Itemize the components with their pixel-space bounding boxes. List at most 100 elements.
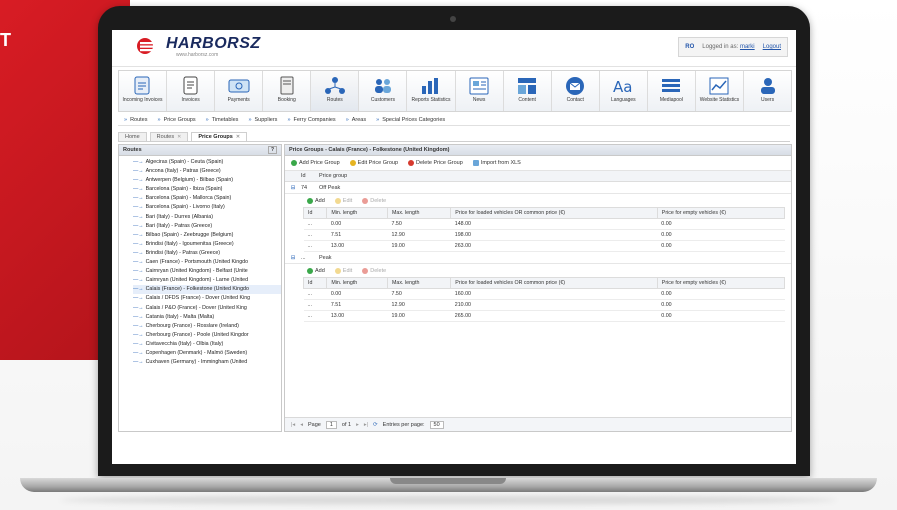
route-item[interactable]: —→ Barcelona (Spain) - Ibiza (Spain) (133, 185, 281, 194)
collapse-toggle-icon[interactable]: ⊟ (285, 185, 301, 191)
edit-price-button[interactable]: Edit (334, 267, 352, 274)
toolbar-incoming-invoices-button[interactable]: Incoming Invoices (119, 71, 168, 111)
route-item[interactable]: —→ Calais / DFDS (France) - Dover (United… (133, 294, 281, 303)
column-header[interactable]: Id (302, 277, 328, 289)
route-item[interactable]: —→ Cherbourg (France) - Poole (United Kin… (133, 331, 281, 340)
toolbar-languages-button[interactable]: Aa Languages (600, 71, 648, 111)
table-row[interactable]: ... 7.51 12.90 210.00 0.00 (303, 299, 785, 311)
close-tab-icon[interactable]: ✕ (177, 134, 181, 140)
route-item[interactable]: —→ Cuxhaven (Germany) - Immingham (United (133, 358, 281, 367)
edit-price-group-button[interactable]: Edit Price Group (349, 160, 398, 166)
route-item[interactable]: —→ Catania (Italy) - Malta (Malta) (133, 313, 281, 322)
toolbar-mediapool-button[interactable]: Mediapool (648, 71, 696, 111)
route-arrow-icon: —→ (133, 313, 144, 320)
incoming-invoices-icon (130, 74, 156, 96)
username-link[interactable]: marki (740, 44, 755, 50)
route-item[interactable]: —→ Algeciras (Spain) - Ceuta (Spain) (133, 158, 281, 167)
submenu-item[interactable]: Special Prices Categories (376, 117, 445, 123)
column-header[interactable]: Id (302, 207, 328, 219)
route-item[interactable]: —→ Brindisi (Italy) - Igoumenitsa (Greece… (133, 240, 281, 249)
route-item[interactable]: —→ Copenhagen (Denmark) - Malmö (Sweden) (133, 349, 281, 358)
logout-link[interactable]: Logout (763, 44, 781, 50)
entries-select[interactable]: 50 (429, 420, 444, 429)
route-item[interactable]: —→ Calais (France) - Folkestone (United K… (133, 285, 281, 295)
column-header[interactable]: Price for loaded vehicles OR common pric… (450, 277, 658, 289)
page-input[interactable]: 1 (325, 420, 337, 429)
column-header[interactable]: Max. length (387, 207, 452, 219)
route-item[interactable]: —→ Ancona (Italy) - Patras (Greece) (133, 167, 281, 176)
route-item[interactable]: —→ Cherbourg (France) - Rosslare (Ireland… (133, 322, 281, 331)
languages-icon: Aa (610, 74, 636, 96)
route-item[interactable]: —→ Calais / P&O (France) - Dover (United … (133, 304, 281, 313)
column-header[interactable]: Price for empty vehicles (€) (656, 207, 786, 219)
tab-item[interactable]: Routes ✕ (149, 132, 189, 141)
prev-page-icon[interactable]: ◂ (300, 422, 303, 428)
tab-item[interactable]: Price Groups ✕ (191, 132, 248, 141)
import-xls-button[interactable]: Import from XLS (472, 160, 521, 166)
submenu-item[interactable]: Ferry Companies (287, 117, 336, 123)
route-item[interactable]: —→ Bilbao (Spain) - Zeebrugge (Belgium) (133, 231, 281, 240)
delete-price-button[interactable]: Delete (362, 197, 386, 204)
language-switch[interactable]: RO (685, 44, 694, 50)
route-item[interactable]: —→ Antwerpen (Belgium) - Bilbao (Spain) (133, 176, 281, 185)
toolbar-routes-button[interactable]: Routes (311, 71, 360, 111)
last-page-icon[interactable]: ▸| (364, 422, 368, 428)
route-item[interactable]: —→ Barcelona (Spain) - Mallorca (Spain) (133, 194, 281, 203)
edit-price-button[interactable]: Edit (334, 197, 352, 204)
route-item[interactable]: —→ Civitavecchia (Italy) - Olbia (Italy) (133, 340, 281, 349)
table-row[interactable]: ... 0.00 7.50 148.00 0.00 (303, 218, 785, 230)
column-header[interactable]: Min. length (326, 207, 389, 219)
price-groups-panel: Price Groups - Calais (France) - Folkest… (284, 144, 792, 432)
submenu-item[interactable]: Timetables (206, 117, 239, 123)
next-page-icon[interactable]: ▸ (356, 422, 359, 428)
toolbar-reports-button[interactable]: Reports Statistics (407, 71, 456, 111)
column-header[interactable]: Max. length (387, 277, 452, 289)
first-page-icon[interactable]: |◂ (291, 422, 295, 428)
toolbar-contact-button[interactable]: Contact (552, 71, 600, 111)
cell-max: 7.50 (387, 218, 451, 230)
route-item[interactable]: —→ Cairnryan (United Kingdom) - Larne (Un… (133, 276, 281, 285)
table-row[interactable]: ... 13.00 19.00 265.00 0.00 (303, 310, 785, 322)
route-item[interactable]: —→ Bari (Italy) - Patras (Greece) (133, 222, 281, 231)
collapse-icon[interactable]: ? (267, 146, 277, 154)
submenu-item[interactable]: Suppliers (248, 117, 278, 123)
route-arrow-icon: —→ (133, 168, 144, 175)
add-price-button[interactable]: Add (307, 197, 325, 204)
refresh-icon[interactable]: ⟳ (373, 422, 378, 428)
delete-price-group-button[interactable]: Delete Price Group (408, 160, 463, 166)
table-row[interactable]: ... 7.51 12.90 198.00 0.00 (303, 229, 785, 241)
toolbar-payments-button[interactable]: Payments (215, 71, 264, 111)
submenu-item[interactable]: Price Groups (158, 117, 196, 123)
toolbar-invoices-button[interactable]: Invoices (167, 71, 216, 111)
add-price-group-button[interactable]: Add Price Group (291, 160, 340, 166)
column-header[interactable]: Min. length (326, 277, 389, 289)
toolbar-booking-button[interactable]: Booking (263, 71, 312, 111)
toolbar-label: Payments (227, 97, 250, 103)
toolbar-content-button[interactable]: Content (504, 71, 552, 111)
route-item[interactable]: —→ Barcelona (Spain) - Livorno (Italy) (133, 203, 281, 212)
submenu-item[interactable]: Areas (346, 117, 366, 123)
route-item[interactable]: —→ Bari (Italy) - Durres (Albania) (133, 213, 281, 222)
toolbar-users-button[interactable]: Users (744, 71, 791, 111)
toolbar-customers-button[interactable]: Customers (359, 71, 408, 111)
route-item[interactable]: —→ Brindisi (Italy) - Patras (Greece) (133, 249, 281, 258)
laptop-notch (390, 478, 506, 484)
route-item[interactable]: —→ Caen (France) - Portsmouth (United Kin… (133, 258, 281, 267)
tab-item[interactable]: Home (118, 132, 147, 141)
submenu-item[interactable]: Routes (124, 117, 147, 123)
collapse-toggle-icon[interactable]: ⊟ (285, 255, 301, 261)
toolbar-website-statistics-button[interactable]: Website Statistics (696, 71, 745, 111)
table-row[interactable]: ... 0.00 7.50 160.00 0.00 (303, 288, 785, 300)
add-price-button[interactable]: Add (307, 267, 325, 274)
price-group-row[interactable]: ⊟... Peak (285, 252, 791, 264)
table-row[interactable]: ... 13.00 19.00 263.00 0.00 (303, 240, 785, 252)
toolbar-news-button[interactable]: News (456, 71, 504, 111)
route-arrow-icon: —→ (133, 331, 144, 338)
close-tab-icon[interactable]: ✕ (236, 134, 240, 140)
column-header[interactable]: Price for loaded vehicles OR common pric… (450, 207, 658, 219)
delete-price-button[interactable]: Delete (362, 267, 386, 274)
column-header[interactable]: Price for empty vehicles (€) (656, 277, 786, 289)
route-item[interactable]: —→ Cairnryan (United Kingdom) - Belfast (… (133, 267, 281, 276)
price-group-row[interactable]: ⊟ 74 Off Peak (285, 182, 791, 194)
toolbar-label: Languages (610, 97, 636, 103)
